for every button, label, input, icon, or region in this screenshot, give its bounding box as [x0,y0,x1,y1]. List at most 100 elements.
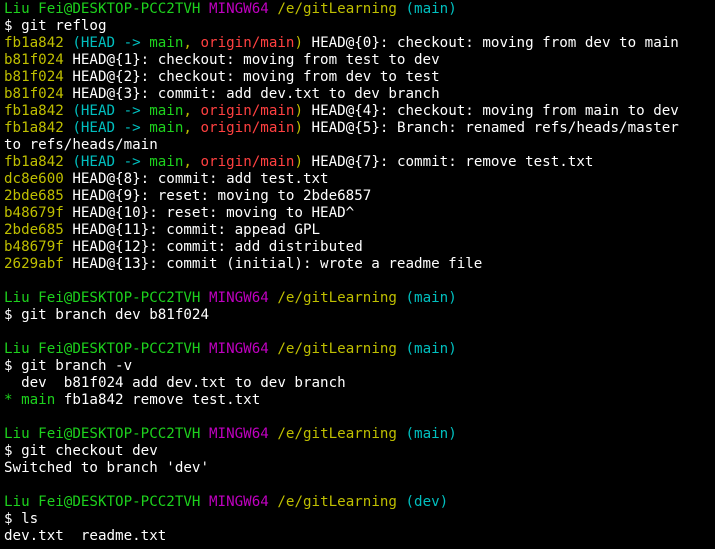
terminal-line: dev.txt readme.txt [4,528,715,545]
terminal-text-segment: main [149,154,184,170]
terminal-text-segment: origin/main [200,154,295,170]
terminal-text-segment: HEAD@{2}: checkout: moving from dev to t… [63,69,440,85]
terminal-text-segment: MINGW64 [209,426,269,442]
terminal-text-segment: ) [294,103,303,119]
terminal-text-segment: HEAD@{7}: commit: remove test.txt [303,154,594,170]
terminal-text-segment: Liu Fei@DESKTOP-PCC2TVH [4,341,201,357]
terminal-text-segment: HEAD@{0}: checkout: moving from dev to m… [303,35,679,51]
terminal-text-segment: HEAD@{9}: reset: moving to 2bde6857 [63,188,372,204]
terminal-text-segment: b81f024 [4,52,64,68]
terminal-text-segment: origin/main [200,103,295,119]
terminal-text-segment: fb1a842 [4,154,64,170]
terminal-line: b81f024 HEAD@{2}: checkout: moving from … [4,69,715,86]
terminal-line: dc8e600 HEAD@{8}: commit: add test.txt [4,171,715,188]
terminal-text-segment: HEAD@{5}: Branch: renamed refs/heads/mas… [303,120,679,136]
terminal-line: b81f024 HEAD@{3}: commit: add dev.txt to… [4,86,715,103]
terminal-text-segment: , [183,103,201,119]
terminal-text-segment: fb1a842 [4,120,64,136]
terminal-line: b81f024 HEAD@{1}: checkout: moving from … [4,52,715,69]
terminal-text-segment: b81f024 [4,69,64,85]
terminal-text-segment: main [149,35,184,51]
terminal-line: fb1a842 (HEAD -> main, origin/main) HEAD… [4,103,715,120]
terminal-text-segment: fb1a842 [4,35,64,51]
terminal-text-segment: (main) [405,290,457,306]
terminal-line: to refs/heads/main [4,137,715,154]
terminal-text-segment: to refs/heads/main [4,137,158,153]
terminal-line: 2bde685 HEAD@{9}: reset: moving to 2bde6… [4,188,715,205]
terminal-text-segment: ) [294,120,303,136]
terminal-text-segment: , [183,35,201,51]
terminal-window[interactable]: Liu Fei@DESKTOP-PCC2TVH MINGW64 /e/gitLe… [0,0,715,549]
terminal-text-segment: b81f024 [4,86,64,102]
terminal-text-segment: HEAD@{10}: reset: moving to HEAD^ [63,205,355,221]
terminal-text-segment: origin/main [200,120,295,136]
terminal-text-segment: HEAD@{4}: checkout: moving from main to … [303,103,679,119]
terminal-line: $ git checkout dev [4,443,715,460]
terminal-text-segment: fb1a842 remove test.txt [55,392,261,408]
terminal-text-segment: Liu Fei@DESKTOP-PCC2TVH [4,494,201,510]
terminal-text-segment: /e/gitLearning [277,341,397,357]
terminal-text-segment: MINGW64 [209,1,269,17]
terminal-text-segment: dev b81f024 add dev.txt to dev branch [4,375,346,391]
terminal-line: $ ls [4,511,715,528]
terminal-text-segment: HEAD@{3}: commit: add dev.txt to dev bra… [63,86,440,102]
terminal-line: Liu Fei@DESKTOP-PCC2TVH MINGW64 /e/gitLe… [4,426,715,443]
terminal-text-segment: MINGW64 [209,290,269,306]
terminal-line: * main fb1a842 remove test.txt [4,392,715,409]
terminal-text-segment: main [149,120,184,136]
terminal-line: Switched to branch 'dev' [4,460,715,477]
terminal-line: dev b81f024 add dev.txt to dev branch [4,375,715,392]
terminal-text-segment: Liu Fei@DESKTOP-PCC2TVH [4,426,201,442]
terminal-text-segment: * [4,392,22,408]
terminal-text-segment: ) [294,154,303,170]
terminal-text-segment: HEAD@{12}: commit: add distributed [63,239,363,255]
terminal-text-segment: 2bde685 [4,188,64,204]
terminal-line: b48679f HEAD@{12}: commit: add distribut… [4,239,715,256]
terminal-text-segment: dev.txt readme.txt [4,528,167,544]
terminal-line: fb1a842 (HEAD -> main, origin/main) HEAD… [4,154,715,171]
terminal-line: $ git branch dev b81f024 [4,307,715,324]
terminal-line: Liu Fei@DESKTOP-PCC2TVH MINGW64 /e/gitLe… [4,1,715,18]
terminal-text-segment: ) [294,35,303,51]
terminal-text-segment: (main) [405,426,457,442]
terminal-text-segment: $ git checkout dev [4,443,158,459]
terminal-text-segment: $ git branch -v [4,358,133,374]
terminal-text-segment: Switched to branch 'dev' [4,460,209,476]
terminal-text-segment: , [183,120,201,136]
terminal-text-segment: HEAD@{8}: commit: add test.txt [63,171,329,187]
terminal-line: b48679f HEAD@{10}: reset: moving to HEAD… [4,205,715,222]
terminal-text-segment: b48679f [4,205,64,221]
terminal-text-segment: 2bde685 [4,222,64,238]
terminal-text-segment: b48679f [4,239,64,255]
terminal-text-segment: (HEAD -> [72,103,150,119]
terminal-line: Liu Fei@DESKTOP-PCC2TVH MINGW64 /e/gitLe… [4,341,715,358]
terminal-text-segment: main [149,103,184,119]
terminal-text-segment: (HEAD -> [72,154,150,170]
terminal-text-segment: (HEAD -> [72,35,150,51]
terminal-line: 2bde685 HEAD@{11}: commit: appead GPL [4,222,715,239]
terminal-line: fb1a842 (HEAD -> main, origin/main) HEAD… [4,35,715,52]
terminal-line: Liu Fei@DESKTOP-PCC2TVH MINGW64 /e/gitLe… [4,290,715,307]
terminal-text-segment: /e/gitLearning [277,290,397,306]
terminal-line: $ git reflog [4,18,715,35]
terminal-text-segment: MINGW64 [209,341,269,357]
terminal-line: 2629abf HEAD@{13}: commit (initial): wro… [4,256,715,273]
terminal-text-segment: main [21,392,56,408]
terminal-text-segment: fb1a842 [4,103,64,119]
terminal-text-segment: (dev) [405,494,449,510]
terminal-text-segment: Liu Fei@DESKTOP-PCC2TVH [4,1,201,17]
terminal-text-segment: (HEAD -> [72,120,150,136]
terminal-text-segment: HEAD@{11}: commit: appead GPL [63,222,321,238]
terminal-text-segment: 2629abf [4,256,64,272]
terminal-text-segment: origin/main [200,35,295,51]
terminal-text-segment: Liu Fei@DESKTOP-PCC2TVH [4,290,201,306]
